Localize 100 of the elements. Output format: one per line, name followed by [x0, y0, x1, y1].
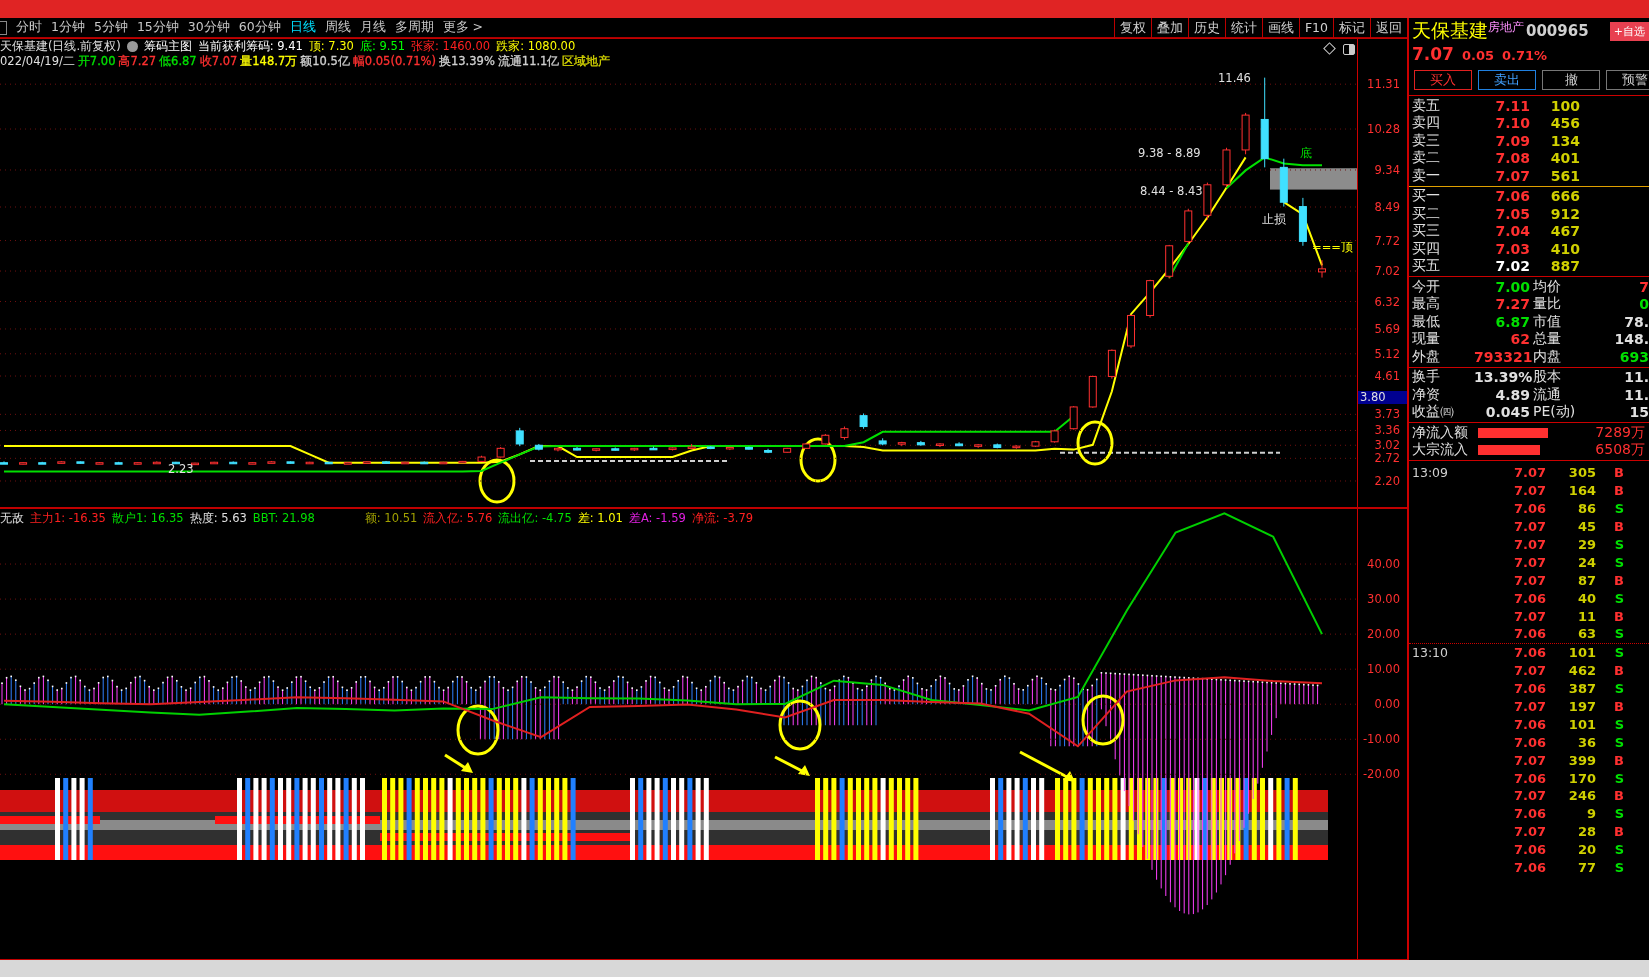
- trade-side: S: [1613, 860, 1624, 876]
- trade-side: B: [1613, 788, 1624, 804]
- trade-volume: 170: [1567, 770, 1596, 786]
- axis-label: 6.32: [1374, 294, 1400, 309]
- stat-label: 股本: [1532, 368, 1562, 387]
- stat-value: 7.00: [1494, 278, 1530, 295]
- period-tab[interactable]: 分时: [16, 19, 42, 36]
- trade-side: S: [1613, 681, 1624, 697]
- stat-label: 净资: [1411, 385, 1441, 404]
- axis-label: 40.00: [1367, 557, 1400, 572]
- stat-value: 11.: [1623, 386, 1649, 403]
- highlight-circle: [456, 704, 500, 756]
- indicator-name[interactable]: 筹码主图: [143, 38, 192, 54]
- period-tab[interactable]: 60分钟: [238, 19, 281, 36]
- period-tab[interactable]: 30分钟: [187, 19, 230, 36]
- chart-label: 止损: [1262, 212, 1286, 227]
- stat-value: 793321: [1474, 348, 1530, 365]
- last-price: 7.07: [1412, 44, 1454, 64]
- toolbar-button[interactable]: F10: [1298, 17, 1333, 38]
- order-price: 7.04: [1494, 223, 1530, 240]
- order-level-label: 卖五: [1411, 96, 1441, 115]
- period-tab[interactable]: 多周期: [394, 19, 434, 36]
- indicator-value: 流出亿: -4.75: [498, 510, 572, 526]
- order-level-label: 买二: [1411, 204, 1441, 223]
- period-tab[interactable]: 15分钟: [136, 19, 179, 36]
- trade-price: 7.06: [1512, 681, 1546, 697]
- order-price: 7.09: [1494, 132, 1530, 149]
- indicator-value: 差: 1.01: [577, 510, 623, 526]
- order-price: 7.05: [1494, 205, 1530, 222]
- chart-label: 8.44 - 8.43: [1140, 184, 1203, 198]
- trade-volume: 45: [1576, 519, 1596, 535]
- trade-price: 7.07: [1512, 699, 1546, 714]
- trade-price: 7.07: [1512, 483, 1546, 499]
- stock-code: 000965: [1526, 22, 1589, 40]
- flow-bar: [1478, 427, 1548, 438]
- trade-price: 7.06: [1512, 860, 1546, 876]
- alert-button[interactable]: 预警: [1606, 70, 1649, 90]
- stat-value: 11.: [1623, 369, 1649, 386]
- axis-label: 0.00: [1374, 697, 1400, 712]
- dropdown-icon[interactable]: [126, 40, 138, 52]
- indicator-name[interactable]: 无敌: [0, 510, 24, 526]
- stat-value: 4.89: [1494, 386, 1530, 403]
- trade-volume: 9: [1585, 806, 1596, 822]
- trade-volume: 29: [1576, 537, 1596, 552]
- toolbar-button[interactable]: 叠加: [1150, 17, 1188, 38]
- axis-label: 10.00: [1367, 662, 1400, 677]
- trade-volume: 305: [1567, 465, 1596, 481]
- trade-side: B: [1613, 699, 1624, 714]
- indicator-value: 主力1: -16.35: [30, 510, 106, 526]
- trade-side: S: [1613, 501, 1624, 517]
- trade-volume: 246: [1567, 788, 1596, 804]
- toolbar-button[interactable]: 复权: [1113, 17, 1151, 38]
- stock-name: 天保基建: [1412, 18, 1488, 43]
- sell-button[interactable]: 卖出: [1478, 70, 1536, 90]
- buy-button[interactable]: 买入: [1414, 70, 1472, 90]
- axis-label: 7.02: [1374, 264, 1400, 279]
- period-tab[interactable]: 周线: [324, 19, 351, 36]
- indicator-value: 热度: 5.63: [189, 510, 247, 526]
- order-volume: 456: [1549, 115, 1580, 132]
- period-tab[interactable]: 1分钟: [51, 19, 85, 36]
- highlight-circle: [799, 437, 837, 483]
- candlestick: [1318, 259, 1326, 279]
- quote-value: 量148.7万: [240, 53, 298, 69]
- axis-label: 8.49: [1374, 200, 1400, 214]
- order-volume: 467: [1549, 223, 1580, 240]
- trade-volume: 399: [1567, 752, 1596, 768]
- panel-toggle-icon[interactable]: [1343, 44, 1355, 55]
- stat-value: 0: [1638, 296, 1649, 313]
- pointer-arrow: [444, 753, 473, 773]
- period-tab[interactable]: 更多 >: [442, 19, 484, 36]
- stat-label: 换手: [1411, 368, 1441, 387]
- watchlist-button[interactable]: +自选: [1609, 21, 1649, 41]
- toolbar-button[interactable]: 画线: [1261, 17, 1299, 38]
- panel-icon[interactable]: [0, 20, 7, 35]
- trade-volume: 11: [1576, 608, 1596, 624]
- period-tab[interactable]: 月线: [359, 19, 386, 36]
- stat-label: 流通: [1532, 385, 1562, 404]
- toolbar-button[interactable]: 历史: [1187, 17, 1225, 38]
- highlight-circle: [1076, 420, 1114, 466]
- toolbar-button[interactable]: 标记: [1333, 17, 1370, 38]
- flow-value: 7289万: [1594, 423, 1646, 442]
- quote-value: 额10.5亿: [300, 53, 350, 69]
- trade-volume: 63: [1576, 626, 1596, 642]
- trade-volume: 24: [1576, 554, 1596, 570]
- stat-value: 148.: [1613, 331, 1649, 348]
- flow-value: 6508万: [1594, 441, 1646, 460]
- toolbar-button[interactable]: 统计: [1224, 17, 1262, 38]
- trade-price: 7.07: [1512, 663, 1546, 679]
- stat-label: 最低: [1411, 312, 1441, 331]
- trade-price: 7.07: [1512, 608, 1546, 624]
- cancel-button[interactable]: 撤: [1542, 70, 1600, 90]
- order-level-label: 卖二: [1411, 149, 1441, 168]
- toolbar-button[interactable]: 返回: [1370, 17, 1407, 38]
- change-percent: 0.71%: [1502, 48, 1548, 63]
- period-tab[interactable]: 5分钟: [93, 19, 128, 36]
- candlestick: [1069, 405, 1078, 431]
- order-volume: 912: [1549, 205, 1580, 222]
- period-tab[interactable]: 日线: [289, 19, 316, 36]
- trade-price: 7.06: [1512, 645, 1546, 661]
- trade-price: 7.06: [1512, 501, 1546, 517]
